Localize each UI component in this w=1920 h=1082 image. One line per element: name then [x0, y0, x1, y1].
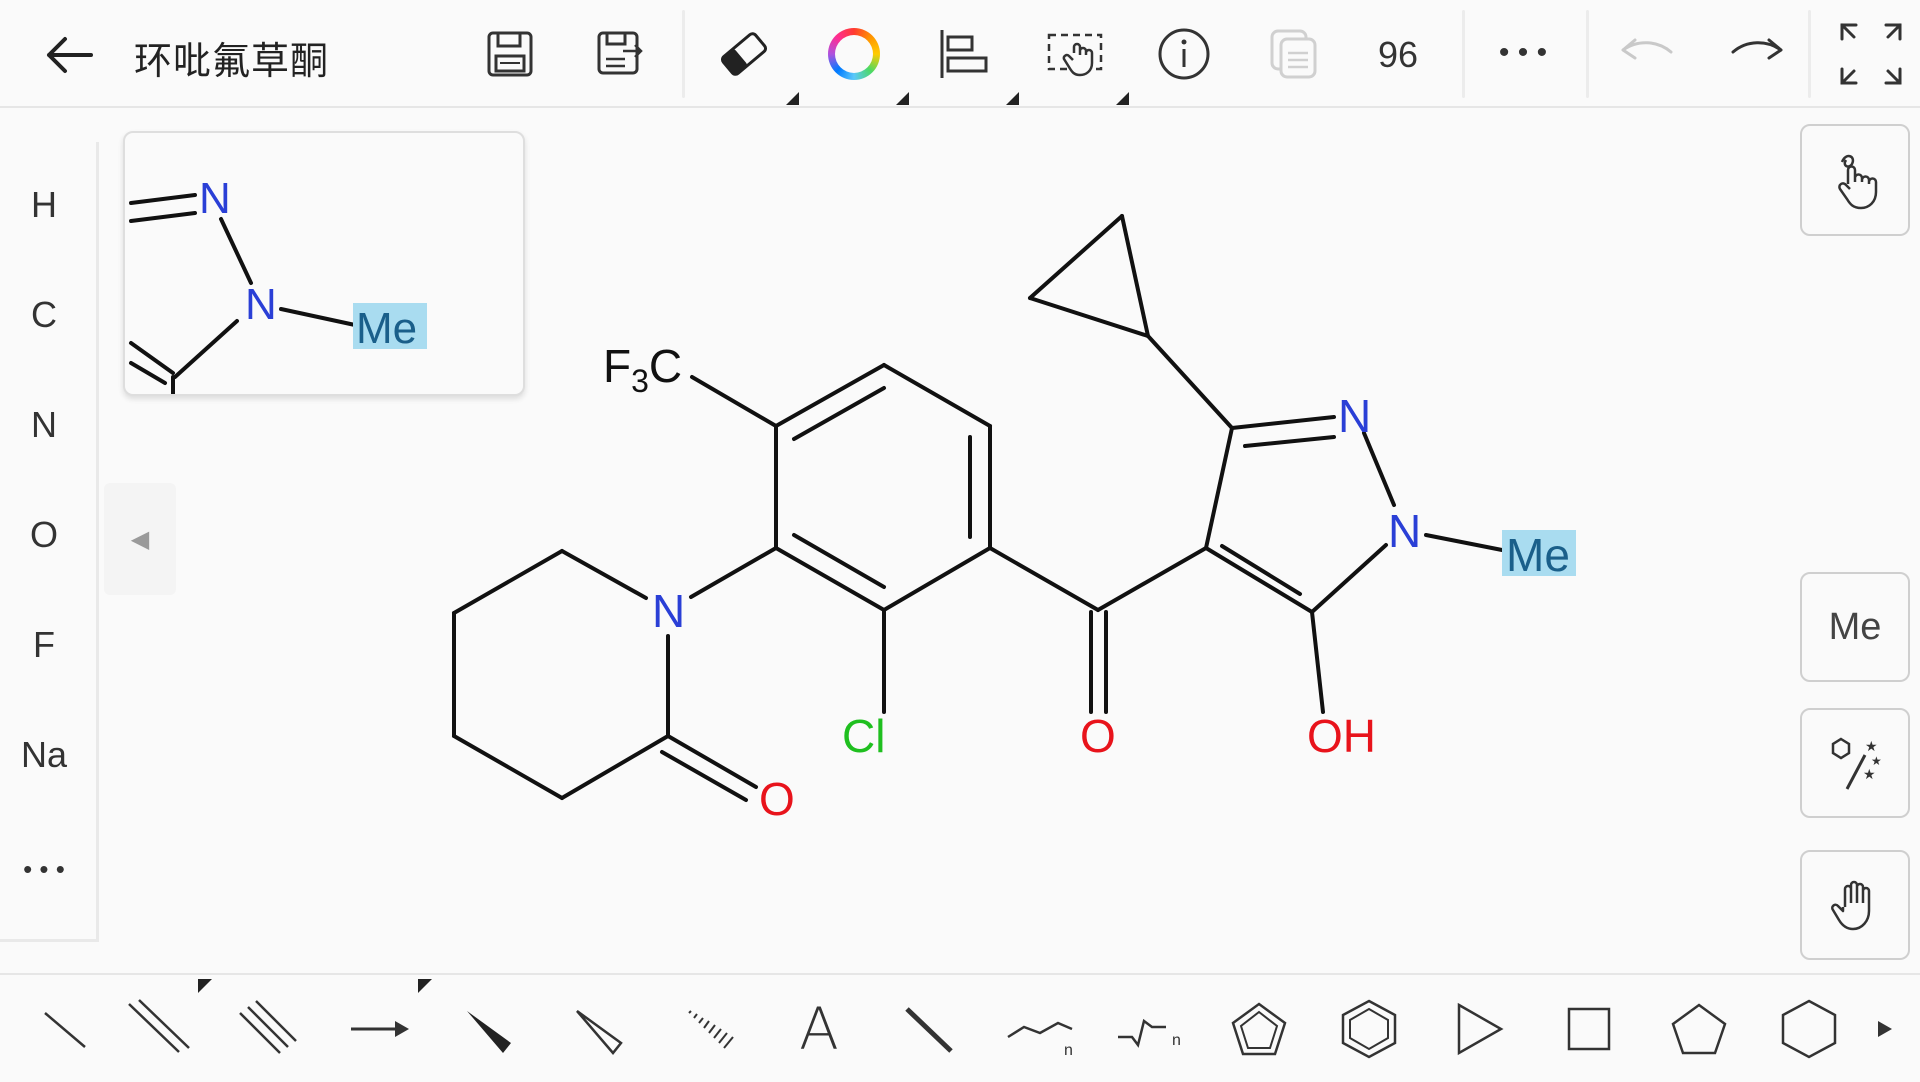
preview-atom-n: N	[245, 280, 277, 329]
cf3-label[interactable]: F3C	[603, 340, 682, 399]
bold-bond-icon[interactable]	[884, 975, 974, 1082]
me-shortcut-button[interactable]: Me	[1800, 572, 1910, 682]
atom-n2-pyrazole[interactable]: N	[1338, 390, 1371, 442]
svg-text:★: ★	[1863, 766, 1876, 782]
wedge-bond-icon[interactable]	[444, 975, 534, 1082]
magnifier-preview: N N Me	[123, 131, 525, 396]
hollow-wedge-icon[interactable]	[554, 975, 644, 1082]
svg-text:n: n	[1064, 1042, 1073, 1059]
triple-bond-icon[interactable]	[222, 975, 312, 1082]
hash-bond-icon[interactable]	[664, 975, 754, 1082]
scroll-right-icon[interactable]	[1860, 975, 1910, 1082]
magic-wand-icon: ★★★	[1831, 737, 1882, 790]
atom-oh[interactable]: OH	[1307, 710, 1376, 762]
molecule-atom-labels: F3C N O Cl O N N Me OH	[603, 340, 1576, 825]
atom-cl[interactable]: Cl	[842, 710, 885, 762]
double-bond-icon[interactable]	[112, 975, 202, 1082]
chain-n-icon[interactable]: n	[1104, 975, 1194, 1082]
atom-n1-pyrazole[interactable]: N	[1388, 505, 1421, 557]
svg-text:n: n	[1172, 1032, 1181, 1049]
atom-methyl[interactable]: Me	[1506, 529, 1570, 581]
touch-draw-icon	[1838, 154, 1878, 210]
hand-pan-button[interactable]	[1800, 850, 1910, 960]
single-bond-icon[interactable]	[20, 975, 110, 1082]
bond-toolbar: A n n	[0, 973, 1920, 1082]
atom-o-ketone[interactable]: O	[1080, 710, 1116, 762]
square-icon[interactable]	[1544, 975, 1634, 1082]
me-shortcut-label: Me	[1828, 605, 1882, 648]
arrow-icon[interactable]	[334, 975, 424, 1082]
atom-o-lactam[interactable]: O	[759, 773, 795, 825]
svg-text:★: ★	[1865, 738, 1878, 754]
pentagon-icon[interactable]	[1654, 975, 1744, 1082]
touch-draw-button[interactable]	[1800, 124, 1910, 236]
cyclopentadiene-icon[interactable]	[1214, 975, 1304, 1082]
triangle-icon[interactable]	[1434, 975, 1524, 1082]
atom-n-piperidone[interactable]: N	[652, 585, 685, 637]
text-tool-icon[interactable]: A	[774, 975, 864, 1082]
hexagon-icon[interactable]	[1764, 975, 1854, 1082]
preview-atom-methyl: Me	[356, 304, 417, 353]
benzene-icon[interactable]	[1324, 975, 1414, 1082]
hand-pan-icon	[1831, 880, 1871, 931]
magic-wand-button[interactable]: ★ ★ ★	[1800, 708, 1910, 818]
preview-atom-n: N	[199, 174, 231, 223]
chain-icon[interactable]: n	[994, 975, 1084, 1082]
